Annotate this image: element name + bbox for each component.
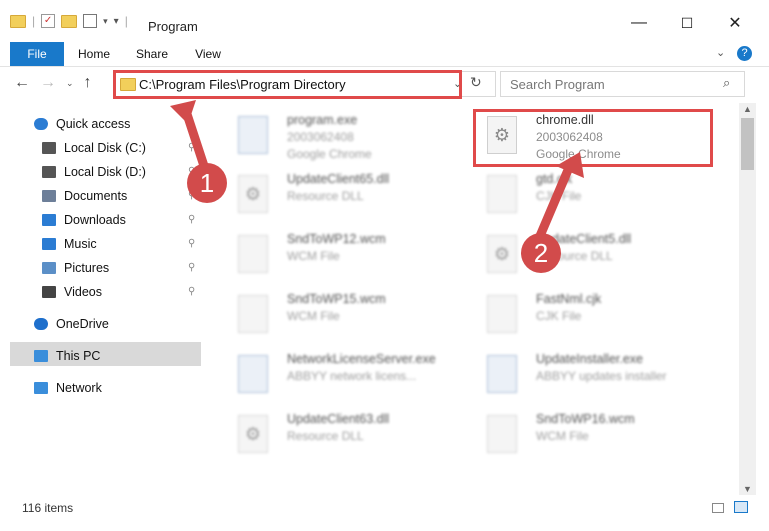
step-marker-1: 1 <box>187 163 227 203</box>
scroll-down-icon[interactable]: ▼ <box>743 484 752 494</box>
scrollbar-thumb[interactable] <box>741 118 754 170</box>
large-icons-view-icon[interactable] <box>734 501 748 513</box>
details-view-icon[interactable] <box>712 503 724 513</box>
scroll-up-icon[interactable]: ▲ <box>743 104 752 114</box>
annotation-arrows <box>170 100 584 241</box>
step-marker-2: 2 <box>521 233 561 273</box>
item-count: 116 items <box>22 501 74 515</box>
arrow-2 <box>535 165 573 241</box>
